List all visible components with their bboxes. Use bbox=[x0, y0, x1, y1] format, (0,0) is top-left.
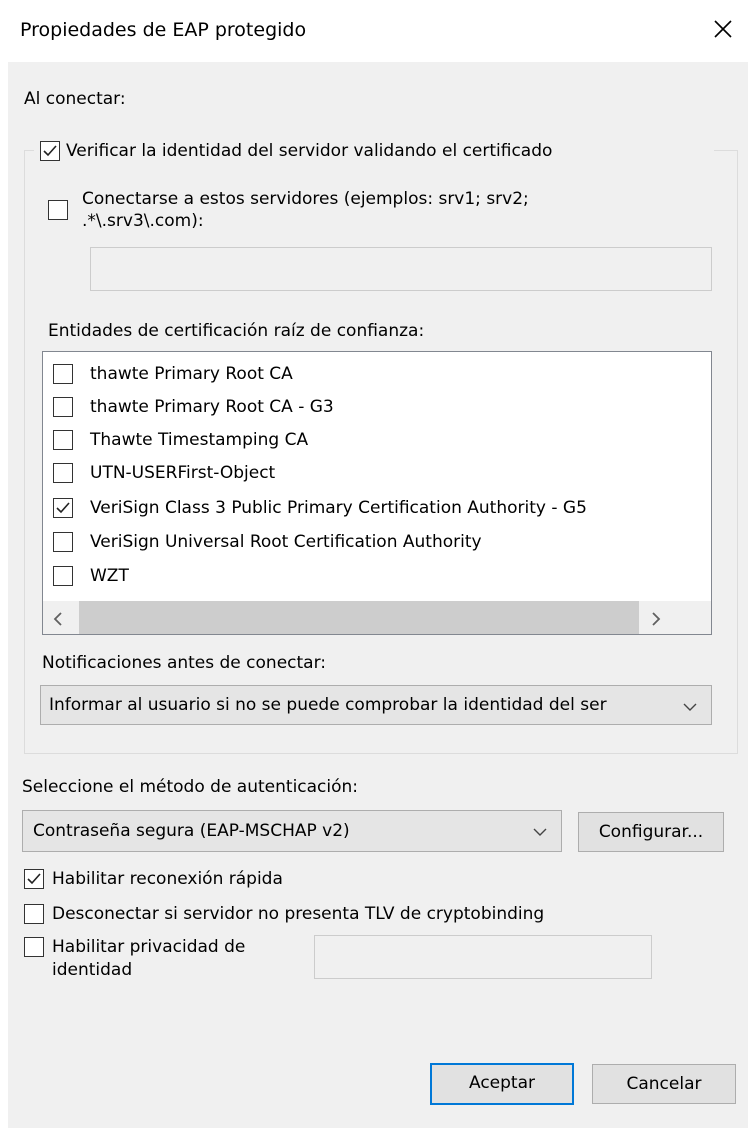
list-item[interactable]: thawte Primary Root CA - G3 bbox=[53, 391, 693, 424]
fast-reconnect-label[interactable]: Habilitar reconexión rápida bbox=[52, 868, 283, 890]
ok-button[interactable]: Aceptar bbox=[430, 1063, 574, 1105]
identity-privacy-label-line1[interactable]: Habilitar privacidad de bbox=[52, 936, 245, 958]
list-item[interactable]: Thawte Timestamping CA bbox=[53, 424, 693, 457]
scroll-corner bbox=[711, 601, 712, 635]
notifications-dropdown[interactable]: Informar al usuario si no se puede compr… bbox=[40, 685, 712, 725]
cancel-button[interactable]: Cancelar bbox=[592, 1064, 736, 1104]
on-connect-heading: Al conectar: bbox=[24, 89, 126, 109]
auth-method-value: Contraseña segura (EAP-MSCHAP v2) bbox=[33, 821, 350, 841]
ca-checkbox[interactable] bbox=[53, 463, 73, 483]
list-item[interactable]: UTN-USERFirst-Object bbox=[53, 457, 693, 490]
auth-method-label: Seleccione el método de autenticación: bbox=[22, 777, 359, 797]
notifications-value: Informar al usuario si no se puede compr… bbox=[49, 695, 607, 715]
list-item[interactable]: VeriSign Class 3 Public Primary Certific… bbox=[53, 492, 693, 525]
list-item[interactable]: thawte Primary Root CA bbox=[53, 358, 693, 391]
disconnect-tlv-label[interactable]: Desconectar si servidor no presenta TLV … bbox=[52, 903, 544, 925]
ca-checkbox[interactable] bbox=[53, 532, 73, 552]
ca-label: thawte Primary Root CA bbox=[90, 364, 293, 384]
ca-checkbox[interactable] bbox=[53, 397, 73, 417]
ca-checkbox[interactable] bbox=[53, 566, 73, 586]
ca-label: VeriSign Universal Root Certification Au… bbox=[90, 532, 482, 552]
vertical-scrollbar[interactable] bbox=[711, 352, 712, 601]
trusted-ca-list[interactable]: thawte Primary Root CA thawte Primary Ro… bbox=[42, 351, 712, 635]
verify-server-label[interactable]: Verificar la identidad del servidor vali… bbox=[66, 140, 552, 162]
scroll-thumb[interactable] bbox=[79, 601, 639, 634]
chevron-down-icon bbox=[681, 699, 699, 719]
scroll-left-icon[interactable] bbox=[51, 611, 65, 632]
chevron-down-icon bbox=[531, 824, 549, 844]
ca-label: WZT bbox=[90, 566, 129, 586]
ca-label: VeriSign Class 3 Public Primary Certific… bbox=[90, 498, 587, 518]
connect-servers-checkbox[interactable] bbox=[48, 200, 68, 220]
ca-label: UTN-USERFirst-Object bbox=[90, 463, 276, 483]
connect-servers-label-line2[interactable]: .*\.srv3\.com): bbox=[82, 210, 204, 232]
scroll-right-icon[interactable] bbox=[649, 611, 663, 632]
ca-checkbox[interactable] bbox=[53, 364, 73, 384]
configure-button[interactable]: Configurar... bbox=[578, 812, 724, 852]
fast-reconnect-checkbox[interactable] bbox=[24, 869, 44, 889]
list-item[interactable]: WZT bbox=[53, 560, 693, 593]
trusted-ca-label: Entidades de certificación raíz de confi… bbox=[48, 321, 425, 341]
scroll-thumb[interactable] bbox=[711, 518, 712, 564]
ca-checkbox[interactable] bbox=[53, 498, 73, 518]
list-item[interactable]: VeriSign Universal Root Certification Au… bbox=[53, 526, 693, 559]
identity-privacy-label-line2[interactable]: identidad bbox=[52, 959, 132, 981]
disconnect-tlv-checkbox[interactable] bbox=[24, 904, 44, 924]
verify-server-checkbox[interactable] bbox=[40, 141, 60, 161]
identity-privacy-checkbox[interactable] bbox=[24, 937, 44, 957]
auth-method-dropdown[interactable]: Contraseña segura (EAP-MSCHAP v2) bbox=[22, 810, 562, 852]
close-icon[interactable] bbox=[708, 14, 738, 44]
identity-privacy-input[interactable] bbox=[314, 935, 652, 979]
ca-label: Thawte Timestamping CA bbox=[90, 430, 309, 450]
notifications-label: Notificaciones antes de conectar: bbox=[42, 653, 327, 673]
ca-checkbox[interactable] bbox=[53, 430, 73, 450]
horizontal-scrollbar[interactable] bbox=[43, 601, 711, 634]
ca-label: thawte Primary Root CA - G3 bbox=[90, 397, 334, 417]
window-title: Propiedades de EAP protegido bbox=[20, 19, 307, 41]
servers-input[interactable] bbox=[90, 247, 712, 291]
connect-servers-label-line1[interactable]: Conectarse a estos servidores (ejemplos:… bbox=[82, 188, 529, 210]
